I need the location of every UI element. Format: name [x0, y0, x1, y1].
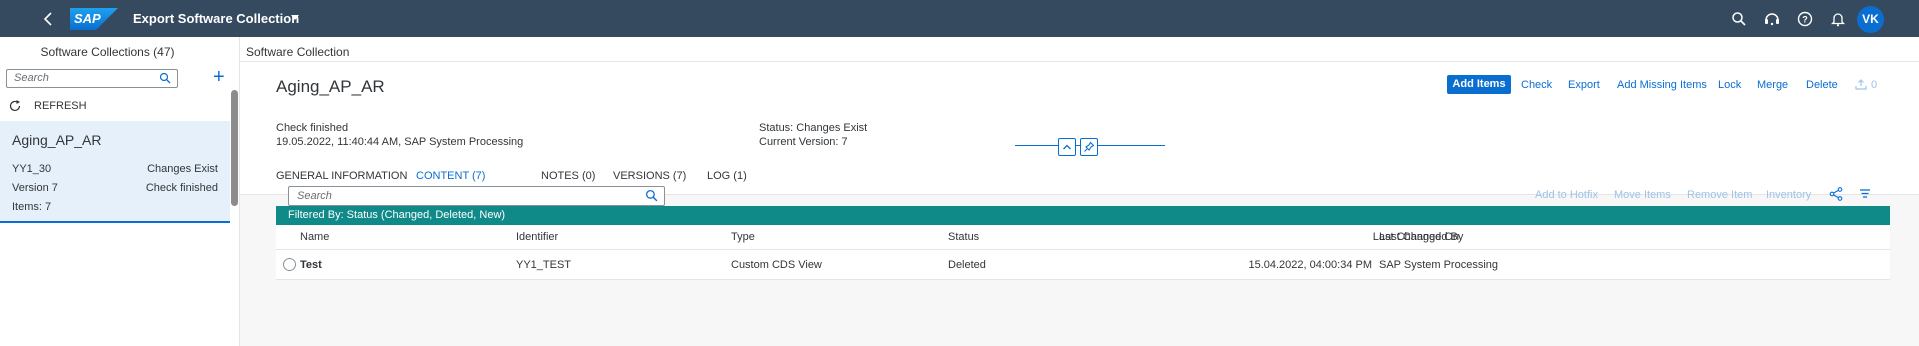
search-icon[interactable] — [159, 72, 171, 84]
add-to-hotfix-button[interactable]: Add to Hotfix — [1535, 189, 1598, 201]
add-items-button[interactable]: Add Items — [1447, 75, 1511, 94]
table-header: Name Identifier Type Status Last Changed… — [276, 225, 1890, 250]
avatar[interactable]: VK — [1857, 6, 1884, 33]
svg-text:?: ? — [1802, 15, 1808, 25]
help-icon[interactable]: ? — [1796, 10, 1814, 28]
check-button[interactable]: Check — [1521, 79, 1552, 91]
cell-name: Test — [300, 259, 322, 271]
cell-identifier: YY1_TEST — [516, 259, 572, 271]
search-icon[interactable] — [1730, 10, 1748, 28]
lock-button[interactable]: Lock — [1718, 79, 1741, 91]
share-icon[interactable] — [1828, 186, 1844, 202]
back-icon[interactable] — [40, 10, 58, 28]
item-title: Aging_AP_AR — [12, 132, 102, 148]
move-items-button[interactable]: Move Items — [1614, 189, 1671, 201]
chevron-down-icon[interactable] — [291, 15, 299, 20]
merge-button[interactable]: Merge — [1757, 79, 1788, 91]
cell-last-changed-on: 15.04.2022, 04:00:34 PM — [1248, 259, 1372, 271]
tab-notes[interactable]: NOTES (0) — [541, 170, 595, 182]
table-search-input[interactable]: Search — [288, 186, 665, 206]
scrollbar[interactable] — [231, 90, 238, 206]
breadcrumb: Software Collection — [246, 45, 350, 59]
list-item[interactable]: Aging_AP_AR YY1_30 Changes Exist Version… — [0, 121, 230, 223]
table-row[interactable]: Test YY1_TEST Custom CDS View Deleted 15… — [276, 250, 1890, 280]
delete-button[interactable]: Delete — [1806, 79, 1838, 91]
cell-last-changed-by: SAP System Processing — [1379, 259, 1499, 271]
notifications-support-icon[interactable] — [1763, 10, 1781, 28]
search-placeholder: Search — [14, 72, 49, 84]
column-header-last-changed-by[interactable]: Last Changed By — [1379, 231, 1463, 243]
version-text: Current Version: 7 — [759, 136, 848, 148]
add-collection-button[interactable]: + — [213, 67, 225, 87]
page-title: Aging_AP_AR — [276, 77, 385, 96]
row-select-radio[interactable] — [283, 258, 296, 271]
item-count: Items: 7 — [12, 201, 52, 213]
detail-page: Software Collection Aging_AP_AR Add Item… — [240, 37, 1919, 346]
sap-logo-text: SAP — [74, 11, 101, 26]
collapse-header-button[interactable] — [1058, 138, 1076, 156]
shell-bar: SAP Export Software Collection ? VK — [0, 0, 1919, 37]
bell-icon[interactable] — [1829, 10, 1847, 28]
master-list-header: Software Collections (47) — [40, 45, 175, 59]
remove-item-button[interactable]: Remove Item — [1687, 189, 1752, 201]
upload-count: 0 — [1871, 79, 1878, 91]
status-text: Status: Changes Exist — [759, 122, 868, 134]
cell-status: Deleted — [948, 259, 986, 271]
divider — [240, 61, 1919, 62]
column-header-name[interactable]: Name — [300, 231, 329, 243]
pin-icon — [1084, 141, 1095, 152]
export-button[interactable]: Export — [1568, 79, 1600, 91]
add-missing-items-button[interactable]: Add Missing Items — [1617, 79, 1707, 91]
column-header-status[interactable]: Status — [948, 231, 979, 243]
refresh-icon — [9, 100, 21, 112]
chevron-up-icon — [1063, 144, 1071, 150]
item-version: Version 7 — [12, 182, 58, 194]
item-identifier: YY1_30 — [12, 163, 52, 175]
settings-filter-icon[interactable] — [1857, 186, 1873, 202]
master-list: Software Collections (47) Search + REFRE… — [0, 37, 240, 346]
refresh-label: REFRESH — [34, 100, 87, 112]
tab-content[interactable]: CONTENT (7) — [416, 170, 485, 182]
pin-header-button[interactable] — [1080, 138, 1098, 156]
check-timestamp: 19.05.2022, 11:40:44 AM, SAP System Proc… — [276, 136, 524, 148]
master-search-input[interactable]: Search — [6, 69, 178, 88]
search-placeholder: Search — [297, 190, 332, 202]
column-header-identifier[interactable]: Identifier — [516, 231, 558, 243]
tab-general-information[interactable]: GENERAL INFORMATION — [276, 170, 407, 182]
tab-log[interactable]: LOG (1) — [707, 170, 747, 182]
item-status: Changes Exist — [147, 163, 218, 175]
upload-icon[interactable] — [1854, 77, 1868, 91]
column-header-type[interactable]: Type — [731, 231, 755, 243]
check-status: Check finished — [276, 122, 349, 134]
app-title[interactable]: Export Software Collection — [133, 11, 299, 26]
filter-text: Filtered By: Status (Changed, Deleted, N… — [288, 209, 506, 221]
inventory-button[interactable]: Inventory — [1766, 189, 1811, 201]
filter-info-bar: Filtered By: Status (Changed, Deleted, N… — [276, 206, 1890, 225]
tab-versions[interactable]: VERSIONS (7) — [613, 170, 686, 182]
item-check-status: Check finished — [145, 182, 218, 194]
cell-type: Custom CDS View — [731, 259, 822, 271]
search-icon[interactable] — [645, 189, 658, 202]
